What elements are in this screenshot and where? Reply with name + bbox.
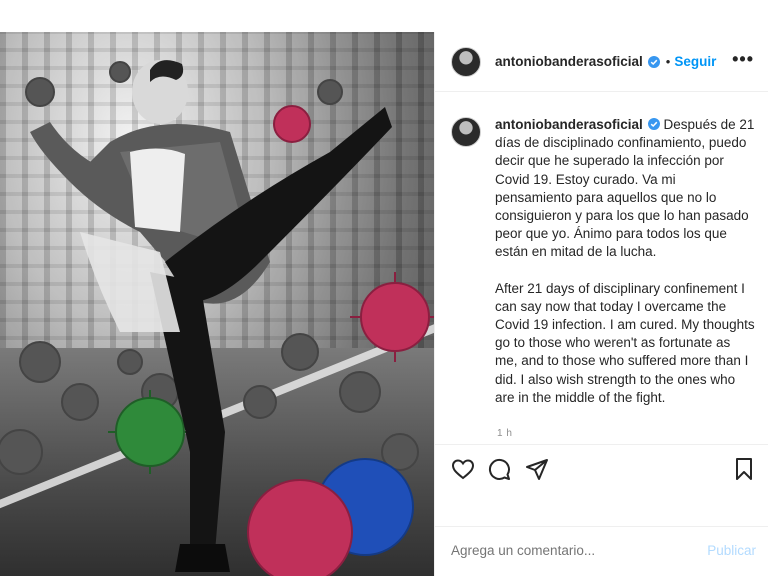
post-timestamp[interactable]: 1 h (497, 428, 512, 439)
photo-illustration (0, 60, 434, 576)
post-side-panel: antoniobanderasoficial • Seguir ••• anto… (434, 32, 768, 576)
comment-input[interactable] (451, 543, 651, 558)
share-icon (526, 459, 548, 480)
caption-english: After 21 days of disciplinary confinemen… (495, 280, 755, 405)
verified-badge-icon (647, 55, 660, 68)
caption-text: antoniobanderasoficial Después de 21 día… (495, 116, 755, 407)
save-button[interactable] (732, 457, 756, 481)
caption-username-link[interactable]: antoniobanderasoficial (495, 117, 643, 132)
comment-bar: Publicar (435, 526, 768, 576)
heart-icon (451, 459, 475, 480)
bookmark-icon (736, 458, 752, 480)
caption-spanish: Después de 21 días de disciplinado confi… (495, 117, 755, 260)
share-button[interactable] (525, 457, 549, 481)
publish-button[interactable]: Publicar (707, 543, 756, 558)
avatar[interactable] (451, 117, 481, 147)
separator-dot: • (665, 54, 671, 69)
more-options-icon[interactable]: ••• (732, 50, 754, 68)
like-button[interactable] (451, 457, 475, 481)
comment-icon (488, 458, 510, 480)
pink-virus (273, 105, 311, 143)
post-image[interactable] (0, 32, 434, 576)
post-header: antoniobanderasoficial • Seguir ••• (435, 32, 768, 92)
action-bar (435, 444, 768, 490)
caption-block: antoniobanderasoficial Después de 21 día… (451, 116, 755, 407)
comment-button[interactable] (487, 457, 511, 481)
avatar[interactable] (451, 46, 481, 77)
username-link[interactable]: antoniobanderasoficial (495, 54, 643, 69)
verified-badge-icon (647, 118, 660, 130)
follow-button[interactable]: Seguir (674, 54, 716, 69)
